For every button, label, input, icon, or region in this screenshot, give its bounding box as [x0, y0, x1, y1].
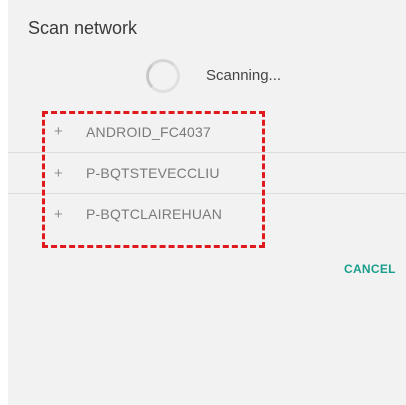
device-name: ANDROID_FC4037	[86, 123, 211, 140]
scanning-status-text: Scanning...	[206, 67, 282, 84]
plus-icon: +	[54, 205, 63, 223]
device-item-p-bqtclairehuan[interactable]: + P-BQTCLAIREHUAN	[8, 193, 406, 234]
device-list: + ANDROID_FC4037 + P-BQTSTEVECCLIU + P-B…	[8, 111, 406, 234]
dialog-title: Scan network	[28, 18, 138, 38]
device-item-android-fc4037[interactable]: + ANDROID_FC4037	[8, 111, 406, 152]
plus-icon: +	[54, 123, 63, 140]
device-name: P-BQTSTEVECCLIU	[86, 165, 220, 181]
cancel-button[interactable]: CANCEL	[344, 262, 396, 276]
scan-network-dialog: Scan network Scanning... + ANDROID_FC403…	[8, 0, 406, 405]
device-item-p-bqtsteveccliu[interactable]: + P-BQTSTEVECCLIU	[8, 152, 406, 193]
loading-spinner-icon	[146, 59, 180, 93]
scanning-status-row: Scanning...	[8, 56, 406, 96]
device-name: P-BQTCLAIREHUAN	[86, 206, 223, 222]
plus-icon: +	[54, 164, 63, 182]
